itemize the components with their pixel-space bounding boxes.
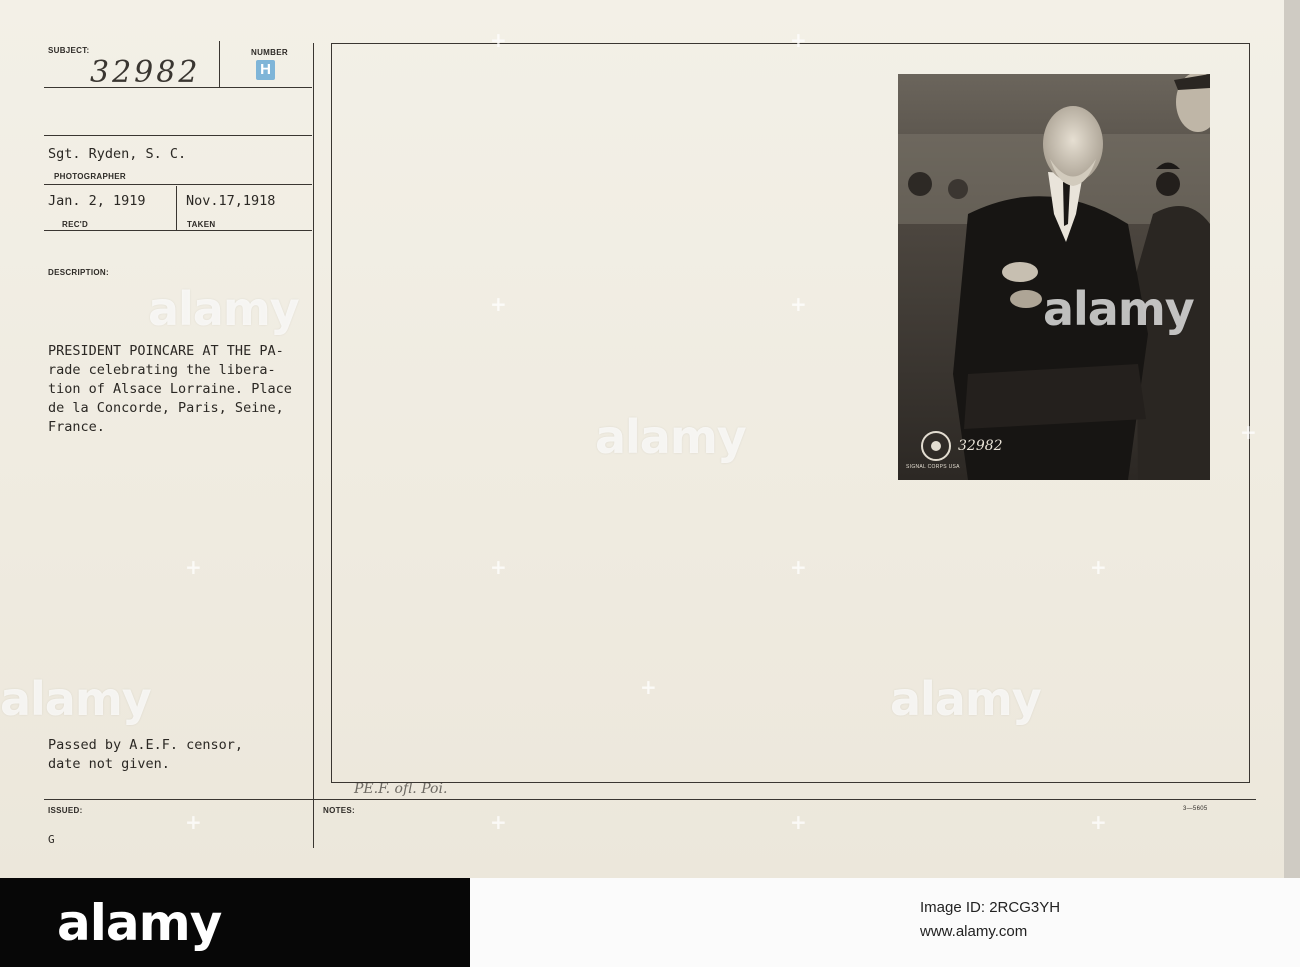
- received-label: REC'D: [62, 220, 89, 229]
- alamy-logo[interactable]: alamy: [0, 878, 470, 967]
- divider: [44, 230, 312, 231]
- divider: [44, 184, 312, 185]
- watermark-mark: +: [790, 810, 807, 834]
- subject-number: 32982: [90, 55, 201, 90]
- issued-value: G: [48, 833, 55, 846]
- photograph-image: [898, 74, 1210, 480]
- watermark-mark: +: [490, 292, 507, 316]
- taken-date: Nov.17,1918: [186, 193, 276, 209]
- historical-photograph: 32982 SIGNAL CORPS USA: [898, 74, 1210, 480]
- form-number: 3—5605: [1183, 806, 1208, 812]
- watermark-mark: +: [490, 555, 507, 579]
- description-label: DESCRIPTION:: [48, 268, 109, 277]
- watermark-mark: +: [790, 555, 807, 579]
- censor-note: Passed by A.E.F. censor, date not given.: [48, 737, 244, 772]
- watermark-mark: +: [185, 555, 202, 579]
- watermark-mark: +: [1090, 810, 1107, 834]
- issued-label: ISSUED:: [48, 806, 83, 815]
- watermark: alamy: [0, 672, 152, 726]
- image-meta: Image ID: 2RCG3YH www.alamy.com: [920, 896, 1060, 944]
- logo-text: alamy: [57, 894, 222, 952]
- received-date: Jan. 2, 1919: [48, 193, 146, 209]
- image-id: Image ID: 2RCG3YH: [920, 899, 1061, 916]
- divider: [313, 43, 314, 848]
- photo-stamp-number: 32982: [958, 438, 1003, 454]
- watermark-mark: +: [790, 292, 807, 316]
- watermark: alamy: [890, 672, 1042, 726]
- watermark-mark: +: [1240, 420, 1257, 444]
- watermark-mark: +: [790, 28, 807, 52]
- watermark: alamy: [1043, 282, 1195, 336]
- watermark: alamy: [595, 410, 747, 464]
- notes-handwritten: PE.F. ofl. Poi.: [354, 781, 448, 797]
- photographer-label: PHOTOGRAPHER: [54, 172, 126, 181]
- notes-label: NOTES:: [323, 806, 356, 815]
- record-card: SUBJECT: 32982 NUMBER H Sgt. Ryden, S. C…: [0, 0, 1284, 878]
- description-text: PRESIDENT POINCARE AT THE PA- rade celeb…: [48, 343, 292, 435]
- photographer-name: Sgt. Ryden, S. C.: [48, 146, 187, 162]
- watermark-mark: +: [185, 810, 202, 834]
- divider: [176, 186, 177, 230]
- taken-label: TAKEN: [187, 220, 216, 229]
- divider: [44, 135, 312, 136]
- watermark-mark: +: [490, 810, 507, 834]
- watermark-mark: +: [640, 675, 657, 699]
- watermark: alamy: [148, 282, 300, 336]
- subject-label: SUBJECT:: [48, 46, 90, 55]
- watermark-mark: +: [1090, 555, 1107, 579]
- card-shadow: [1284, 0, 1300, 878]
- number-label: NUMBER: [251, 48, 288, 57]
- divider: [219, 41, 220, 87]
- photo-stamp-text: SIGNAL CORPS USA: [906, 464, 960, 470]
- number-stamp: H: [256, 60, 275, 80]
- divider: [44, 799, 1256, 800]
- stock-footer: alamy Image ID: 2RCG3YH www.alamy.com: [0, 878, 1300, 967]
- watermark-mark: +: [490, 28, 507, 52]
- site-url[interactable]: www.alamy.com: [920, 920, 1060, 944]
